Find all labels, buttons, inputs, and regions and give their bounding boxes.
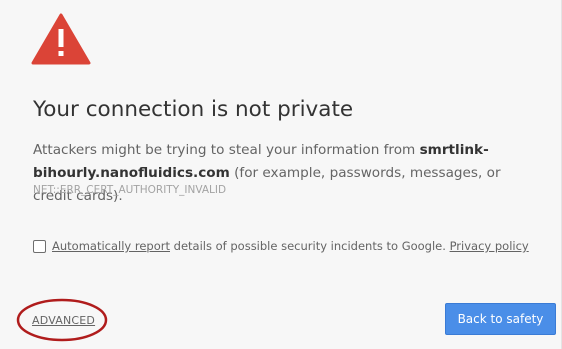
message-intro: Attackers might be trying to steal your … <box>33 142 420 158</box>
back-to-safety-button[interactable]: Back to safety <box>445 303 556 335</box>
warning-message: Attackers might be trying to steal your … <box>33 139 538 208</box>
warning-triangle-icon <box>31 13 91 65</box>
interstitial-page: Your connection is not private Attackers… <box>0 0 562 349</box>
error-code: NET::ERR_CERT_AUTHORITY_INVALID <box>33 184 227 196</box>
report-option: Automatically report details of possible… <box>33 237 529 255</box>
report-description: details of possible security incidents t… <box>170 239 450 253</box>
privacy-policy-link[interactable]: Privacy policy <box>450 239 529 253</box>
report-checkbox[interactable] <box>33 239 46 253</box>
highlight-annotation <box>16 298 108 342</box>
page-title: Your connection is not private <box>33 97 354 122</box>
automatically-report-link[interactable]: Automatically report <box>52 239 170 253</box>
